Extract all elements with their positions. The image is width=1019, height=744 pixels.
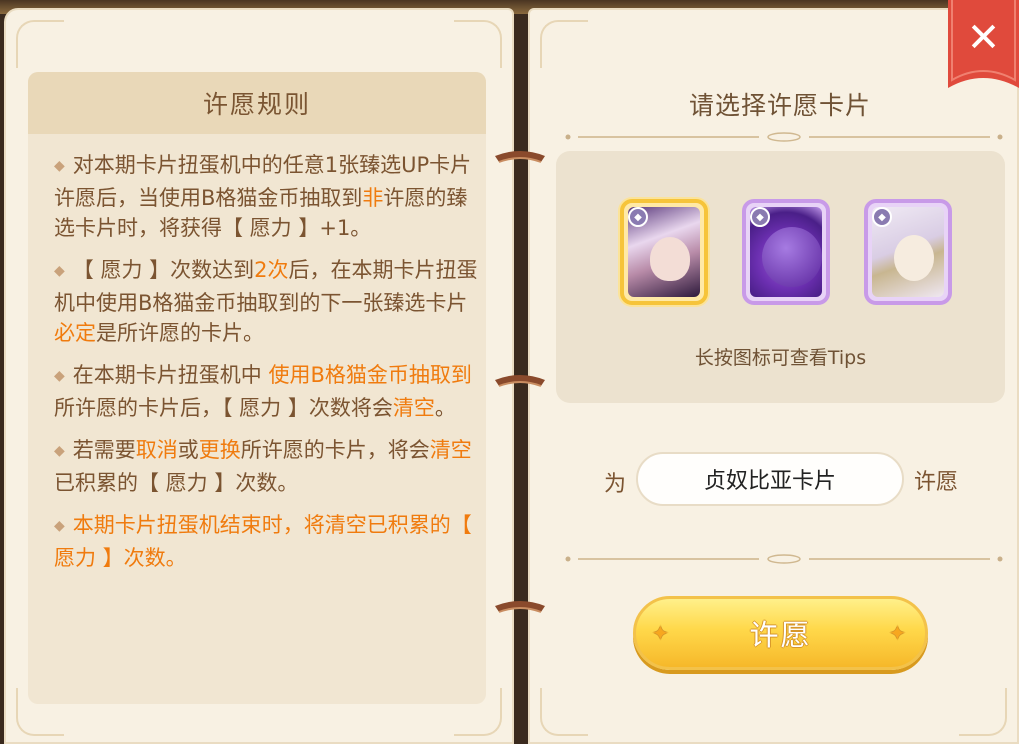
divider-ornament-icon	[564, 550, 1004, 564]
card-slot-2[interactable]: ◆	[742, 199, 830, 305]
binder-ring-icon	[491, 374, 549, 392]
card-type-icon: ◆	[872, 207, 892, 227]
rule-text: 或	[177, 438, 199, 462]
rule-highlight-text: 必定	[54, 321, 96, 345]
diamond-bullet-icon: ◆	[54, 368, 65, 384]
rule-text: 【 愿力 】次数达到	[72, 258, 255, 282]
rule-highlight-text: 清空	[429, 438, 472, 462]
divider-ornament-icon	[564, 128, 1004, 142]
select-card-title: 请选择许愿卡片	[688, 91, 871, 120]
ornament-corner-icon	[540, 688, 588, 736]
rule-text: 在本期卡片扭蛋机中	[72, 363, 269, 387]
rule-item: ◆ 本期卡片扭蛋机结束时，将清空已积累的【 愿力 】次数。	[54, 510, 478, 573]
close-button[interactable]: ✕	[948, 0, 1019, 90]
rule-highlight-text: 2次	[254, 258, 289, 282]
wish-target-row: 为 贞奴比亚卡片 许愿	[560, 452, 1000, 506]
rules-panel: 许愿规则 ◆ 对本期卡片扭蛋机中的任意1张臻选UP卡片许愿后，当使用B格猫金币抽取…	[28, 72, 486, 704]
rule-highlight-text: 非	[362, 186, 384, 210]
ornament-corner-icon	[540, 20, 588, 68]
wish-button[interactable]: ✦ 许愿 ✦	[633, 596, 928, 670]
rule-highlight-text: 使用B格猫金币抽取到	[268, 363, 472, 387]
card-selection-area: ◆ ◆ ◆ 长按图标可查看Tips	[556, 151, 1005, 403]
rules-list[interactable]: ◆ 对本期卡片扭蛋机中的任意1张臻选UP卡片许愿后，当使用B格猫金币抽取到非许愿的…	[54, 150, 478, 585]
rule-highlight-text: 更换	[198, 438, 241, 462]
rule-highlight-text: 清空	[392, 396, 435, 420]
wish-prefix-label: 为	[604, 472, 627, 497]
ornament-corner-icon	[959, 688, 1007, 736]
rule-item: ◆ 若需要取消或更换所许愿的卡片，将会清空已积累的【 愿力 】次数。	[54, 435, 478, 498]
rule-highlight-text: 取消	[135, 438, 178, 462]
rules-title: 许愿规则	[28, 72, 486, 134]
ornament-corner-icon	[454, 20, 502, 68]
rule-text: 是所许愿的卡片。	[96, 321, 264, 345]
rule-text: 已积累的【 愿力 】次数。	[54, 471, 299, 495]
rule-item: ◆ 在本期卡片扭蛋机中 使用B格猫金币抽取到所许愿的卡片后，【 愿力 】次数将会清…	[54, 360, 478, 423]
card-type-icon: ◆	[628, 207, 648, 227]
card-slot-1[interactable]: ◆	[620, 199, 708, 305]
rule-item: ◆ 对本期卡片扭蛋机中的任意1张臻选UP卡片许愿后，当使用B格猫金币抽取到非许愿的…	[54, 150, 478, 243]
wish-suffix-label: 许愿	[914, 470, 959, 495]
rule-text: 若需要	[72, 438, 136, 462]
diamond-bullet-icon: ◆	[54, 263, 65, 279]
sparkle-icon: ✦	[889, 621, 908, 645]
wish-card-field[interactable]: 贞奴比亚卡片	[636, 452, 904, 506]
diamond-bullet-icon: ◆	[54, 443, 65, 459]
rule-item: ◆ 【 愿力 】次数达到2次后，在本期卡片扭蛋机中使用B格猫金币抽取到的下一张臻选…	[54, 255, 478, 348]
diamond-bullet-icon: ◆	[54, 518, 65, 534]
binder-ring-icon	[491, 600, 549, 618]
close-x-icon: ✕	[966, 15, 1001, 61]
card-slot-3[interactable]: ◆	[864, 199, 952, 305]
binder-ring-icon	[491, 150, 549, 168]
sparkle-icon: ✦	[652, 621, 671, 645]
rule-text: 所许愿的卡片，将会	[240, 438, 430, 462]
rule-text: 所许愿的卡片后，【 愿力 】次数将会	[54, 396, 393, 420]
card-type-icon: ◆	[750, 207, 770, 227]
rule-highlight-text: 本期卡片扭蛋机结束时，将清空已积累的【 愿力 】次数。	[54, 513, 472, 570]
rule-text: 。	[434, 396, 456, 420]
ornament-corner-icon	[16, 20, 64, 68]
wish-button-label: 许愿	[749, 618, 812, 652]
long-press-tip: 长按图标可查看Tips	[694, 347, 867, 369]
diamond-bullet-icon: ◆	[54, 158, 65, 174]
